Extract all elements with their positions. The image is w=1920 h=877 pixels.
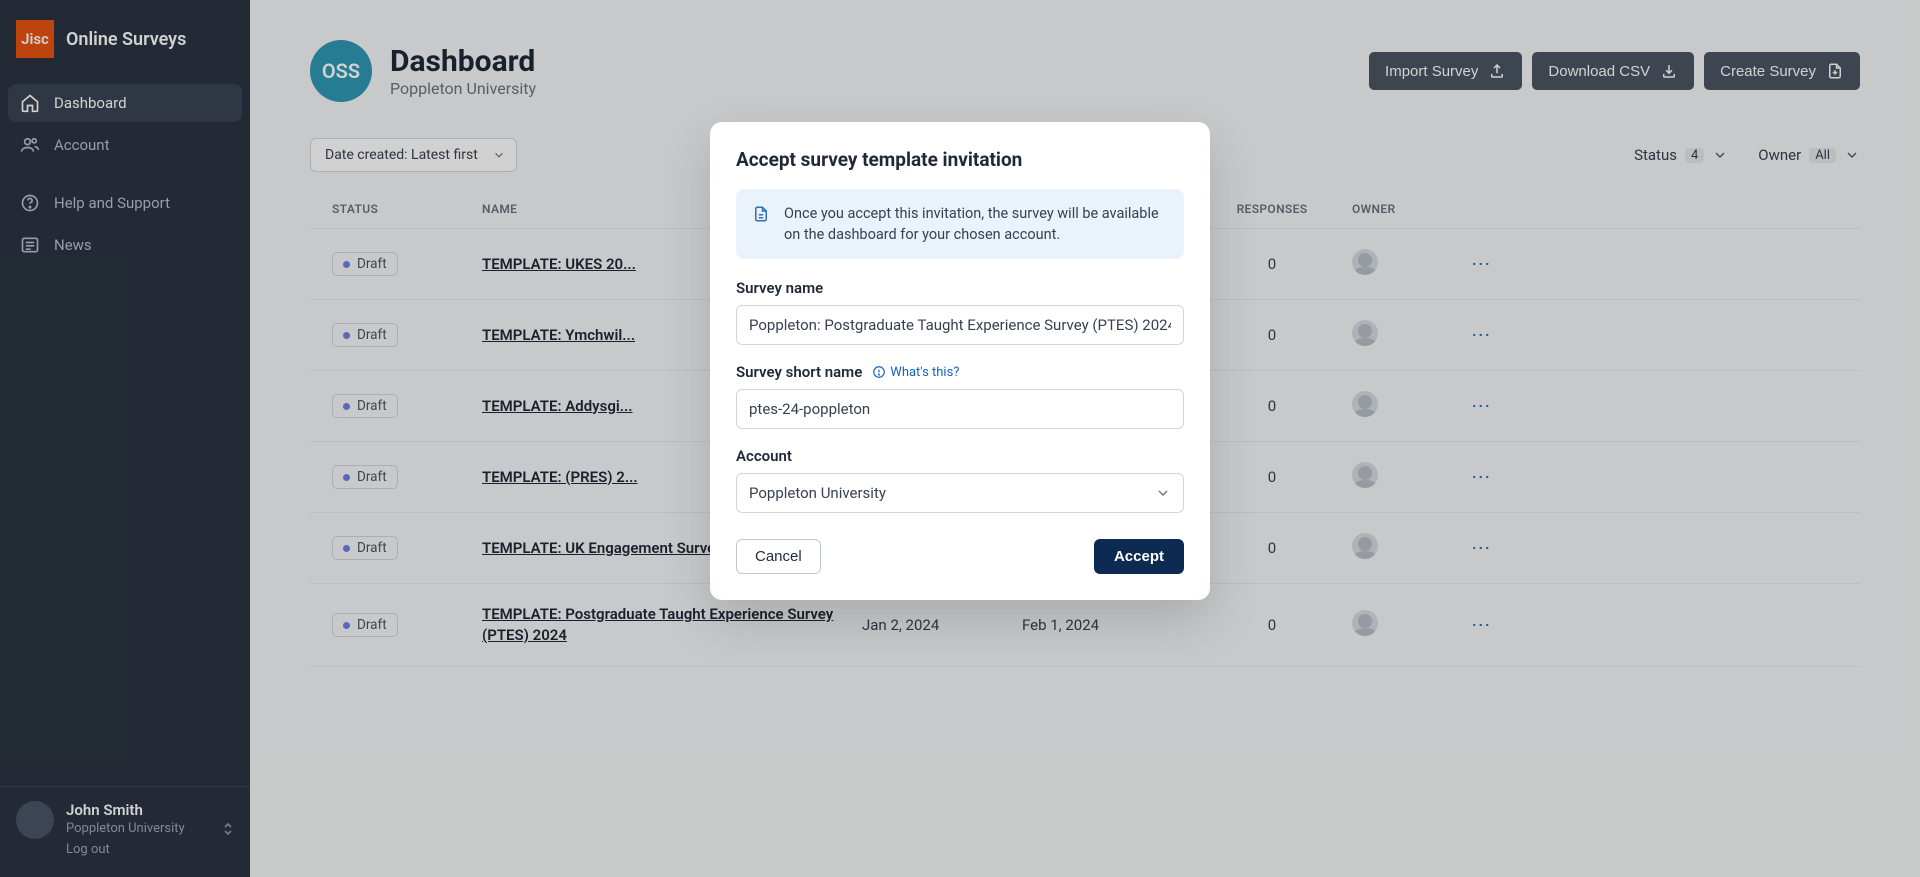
modal-info: Once you accept this invitation, the sur… [736, 189, 1184, 259]
whats-this-link[interactable]: What's this? [872, 365, 959, 380]
accept-invitation-modal: Accept survey template invitation Once y… [710, 122, 1210, 600]
account-label: Account [736, 447, 1184, 465]
modal-title: Accept survey template invitation [736, 148, 1184, 171]
survey-shortname-label: Survey short name What's this? [736, 363, 1184, 381]
chevron-down-icon [1155, 485, 1171, 501]
document-icon [752, 205, 770, 223]
survey-name-input[interactable] [736, 305, 1184, 345]
accept-button[interactable]: Accept [1094, 539, 1184, 574]
survey-shortname-input[interactable] [736, 389, 1184, 429]
account-select[interactable]: Poppleton University [736, 473, 1184, 513]
cancel-button[interactable]: Cancel [736, 539, 821, 574]
survey-name-label: Survey name [736, 279, 1184, 297]
